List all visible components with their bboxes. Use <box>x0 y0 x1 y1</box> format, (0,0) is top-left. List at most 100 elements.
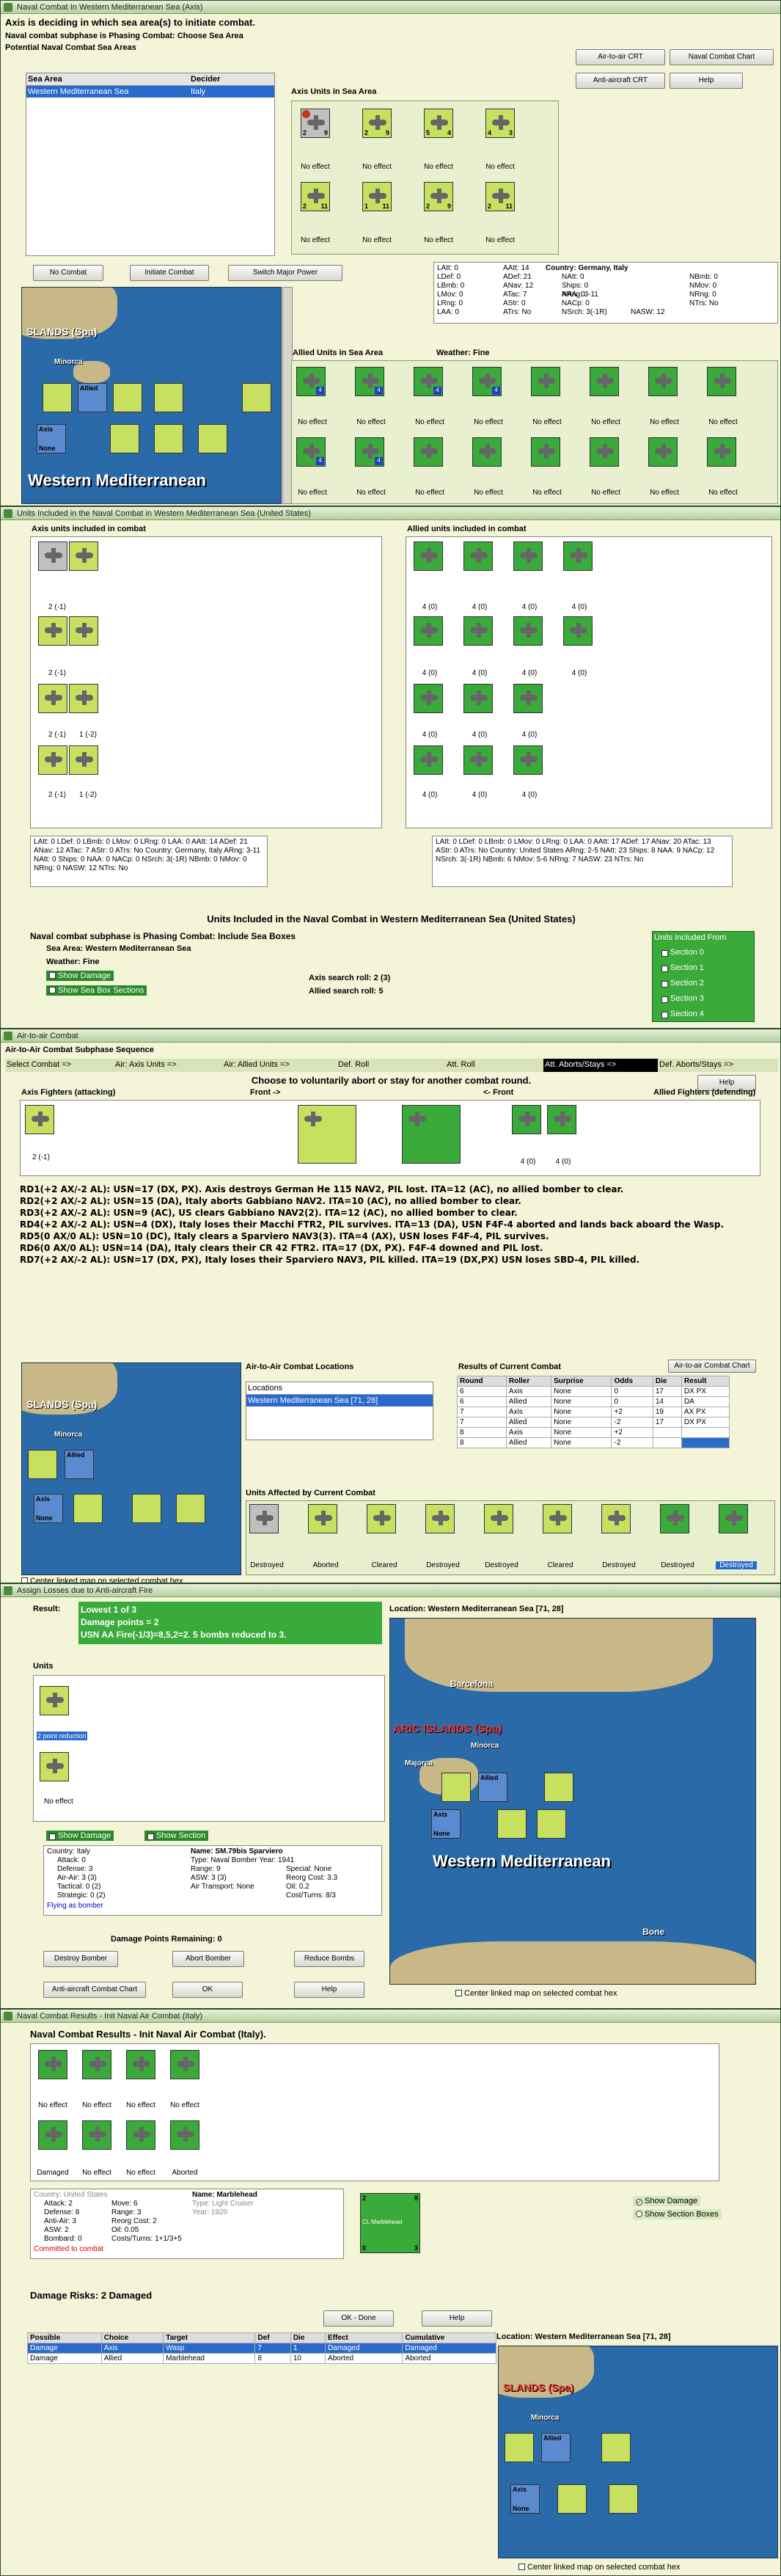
show-sections-radio[interactable]: Show Section Boxes <box>633 2209 722 2219</box>
show-damage-checkbox[interactable]: Show Damage <box>46 971 114 981</box>
unit-counter[interactable]: 29 <box>424 182 453 211</box>
table-row[interactable]: 6 Axis None 0 17 DX PX <box>457 1386 730 1397</box>
unit-counter[interactable]: 4 <box>414 367 443 396</box>
sea-area-map[interactable]: SLANDS (Spa) Minorca Western Mediterrane… <box>21 287 282 504</box>
table-row[interactable]: 7 Allied None -2 17 DX PX <box>457 1417 730 1428</box>
unit-counter[interactable]: 1 11 <box>362 182 392 211</box>
help-button[interactable]: Help <box>670 73 743 89</box>
show-sections-checkbox[interactable]: Show Sea Box Sections <box>46 985 147 996</box>
unit-counter[interactable] <box>601 1504 631 1533</box>
unit-counter[interactable]: 43 <box>485 109 515 138</box>
unit-counter[interactable] <box>38 2120 67 2150</box>
unit-counter[interactable] <box>513 541 543 571</box>
unit-counter[interactable] <box>719 1504 748 1533</box>
show-section-checkbox[interactable]: Show Section <box>144 1831 209 1841</box>
map-allied-stack[interactable]: Allied <box>478 1773 507 1802</box>
unit-counter[interactable] <box>38 541 67 571</box>
table-row[interactable]: 8 Axis None +2 <box>457 1427 730 1438</box>
unit-counter[interactable] <box>414 437 443 467</box>
unit-counter[interactable] <box>414 616 443 646</box>
unit-counter[interactable] <box>463 541 493 571</box>
unit-counter[interactable] <box>590 367 619 396</box>
unit-counter[interactable] <box>543 1504 572 1533</box>
anti-aircraft-crt-button[interactable]: Anti-aircraft CRT <box>576 73 665 89</box>
show-damage-radio[interactable]: Show Damage <box>633 2196 701 2206</box>
unit-counter[interactable]: 2 11 <box>485 182 515 211</box>
ok-button[interactable]: OK <box>172 1982 243 1998</box>
unit-counter[interactable] <box>660 1504 689 1533</box>
table-row[interactable]: Damage Axis Wasp 7 1 Damaged Damaged <box>27 2343 496 2354</box>
unit-counter[interactable]: 4 <box>355 437 384 467</box>
unit-counter[interactable] <box>463 684 493 713</box>
unit-counter[interactable] <box>547 1105 576 1134</box>
unit-counter[interactable] <box>69 616 98 646</box>
map-unit-counter[interactable] <box>132 1494 161 1523</box>
initiate-combat-button[interactable]: Initiate Combat <box>130 265 209 281</box>
col-sea-area[interactable]: Sea Area <box>26 73 189 85</box>
unit-counter[interactable] <box>38 616 67 646</box>
unit-counter[interactable]: 4 <box>296 437 326 467</box>
map-unit-counter[interactable] <box>43 383 72 412</box>
locations-list[interactable]: Locations Western Mediterranean Sea [71,… <box>246 1382 433 1440</box>
locations-col[interactable]: Locations <box>246 1382 433 1395</box>
unit-counter[interactable] <box>170 2050 199 2079</box>
unit-counter[interactable] <box>512 1105 541 1134</box>
map-unit-counter[interactable] <box>609 2484 638 2514</box>
help-button[interactable]: Help <box>422 2310 492 2327</box>
ship-counter[interactable]: 2803 CL Marblehead <box>360 2193 420 2253</box>
unit-counter[interactable] <box>40 1752 69 1781</box>
unit-counter[interactable] <box>707 437 736 467</box>
abort-bomber-button[interactable]: Abort Bomber <box>172 1951 244 1967</box>
unit-counter[interactable] <box>38 745 67 775</box>
unit-counter[interactable] <box>590 437 619 467</box>
unit-counter[interactable] <box>414 745 443 775</box>
unit-counter[interactable] <box>126 2050 155 2079</box>
unit-counter[interactable] <box>69 541 98 571</box>
naval-combat-chart-button[interactable]: Naval Combat Chart <box>670 49 774 65</box>
unit-counter[interactable] <box>513 745 543 775</box>
map-axis-stack[interactable]: Axis None <box>34 1494 63 1523</box>
unit-counter[interactable] <box>82 2050 111 2079</box>
unit-counter[interactable] <box>367 1504 396 1533</box>
map-unit-counter[interactable] <box>242 383 271 412</box>
unit-counter[interactable] <box>38 684 67 713</box>
map-unit-counter[interactable] <box>154 383 183 412</box>
unit-counter[interactable] <box>414 684 443 713</box>
unit-counter[interactable] <box>69 684 98 713</box>
map-unit-counter[interactable] <box>110 424 139 453</box>
map-allied-stack[interactable]: Allied <box>78 383 107 412</box>
map-unit-counter[interactable] <box>28 1450 57 1479</box>
map-unit-counter[interactable] <box>441 1773 471 1802</box>
unit-counter[interactable] <box>484 1504 513 1533</box>
unit-counter[interactable] <box>298 1105 356 1164</box>
center-linked-checkbox[interactable]: Center linked map on selected combat hex <box>21 1577 183 1583</box>
col-decider[interactable]: Decider <box>189 73 221 85</box>
unit-counter[interactable]: 29 <box>301 109 330 138</box>
results-map[interactable]: SLANDS (Spa) Minorca Allied Axis None <box>498 2346 778 2558</box>
map-unit-counter[interactable] <box>557 2484 587 2514</box>
unit-counter[interactable] <box>249 1504 279 1533</box>
unit-counter[interactable]: 4 <box>472 367 502 396</box>
map-axis-stack[interactable]: Axis None <box>431 1809 461 1839</box>
map-unit-counter[interactable] <box>176 1494 205 1523</box>
location-row[interactable]: Western Mediterranean Sea [71, 28] <box>246 1395 433 1406</box>
unit-counter[interactable] <box>531 367 560 396</box>
sea-area-list[interactable]: Sea Area Decider Western Mediterranean S… <box>26 73 275 256</box>
unit-counter[interactable]: 4 <box>355 367 384 396</box>
sea-area-row[interactable]: Western Mediterranean Sea Italy <box>26 86 274 98</box>
no-combat-button[interactable]: No Combat <box>33 265 103 281</box>
map-unit-counter[interactable] <box>198 424 227 453</box>
unit-counter[interactable]: 2 11 <box>301 182 330 211</box>
map-allied-stack[interactable]: Allied <box>541 2433 571 2462</box>
unit-counter[interactable] <box>472 437 502 467</box>
unit-counter[interactable]: 29 <box>362 109 392 138</box>
unit-counter[interactable] <box>531 437 560 467</box>
unit-counter[interactable] <box>648 367 678 396</box>
unit-counter[interactable] <box>38 2050 67 2079</box>
map-unit-counter[interactable] <box>113 383 142 412</box>
unit-counter[interactable] <box>308 1504 337 1533</box>
center-linked-checkbox[interactable]: Center linked map on selected combat hex <box>455 1989 617 1998</box>
center-linked-checkbox[interactable]: Center linked map on selected combat hex <box>518 2563 681 2572</box>
map-allied-stack[interactable]: Allied <box>65 1450 94 1479</box>
unit-counter[interactable] <box>563 541 593 571</box>
